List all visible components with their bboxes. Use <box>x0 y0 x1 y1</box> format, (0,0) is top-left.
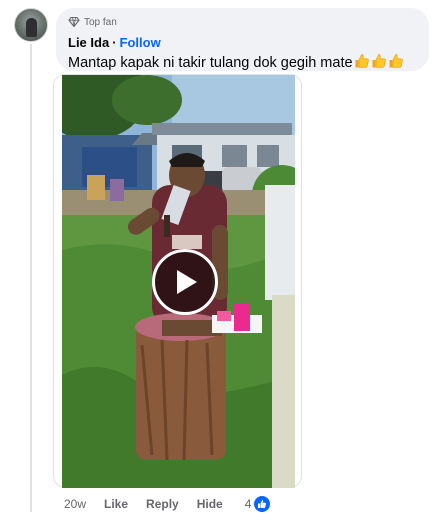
top-fan-badge: Top fan <box>68 15 417 29</box>
avatar-figure <box>26 18 37 37</box>
author-name[interactable]: Lie Ida <box>68 35 109 50</box>
comment-text-row: Mantap kapak ni takir tulang dok gegih m… <box>68 53 417 73</box>
avatar[interactable] <box>14 8 48 42</box>
hide-button[interactable]: Hide <box>197 497 223 511</box>
thumbs-up-emoji-icon <box>389 54 403 68</box>
like-button[interactable]: Like <box>104 497 128 511</box>
video-player[interactable] <box>62 75 295 488</box>
thread-line <box>30 44 32 512</box>
author-row: Lie Ida · Follow <box>68 34 417 50</box>
thumbs-up-emoji-icon <box>355 54 369 68</box>
top-fan-label: Top fan <box>84 16 117 28</box>
emoji-group <box>353 53 404 73</box>
video-attachment[interactable] <box>53 74 302 488</box>
play-button[interactable] <box>152 249 218 315</box>
comment-time[interactable]: 20w <box>64 497 86 511</box>
comment-actions: 20w Like Reply Hide 4 <box>64 495 272 513</box>
play-icon <box>177 270 197 294</box>
reaction-count: 4 <box>244 497 252 511</box>
reply-button[interactable]: Reply <box>146 497 179 511</box>
comment-text: Mantap kapak ni takir tulang dok gegih m… <box>68 55 353 71</box>
diamond-icon <box>68 16 80 28</box>
reaction-summary[interactable]: 4 <box>245 495 272 513</box>
comment-bubble: Top fan Lie Ida · Follow Mantap kapak ni… <box>56 8 429 71</box>
like-reaction-icon <box>253 495 272 513</box>
name-separator: · <box>112 34 117 50</box>
thumbs-up-emoji-icon <box>372 54 386 68</box>
follow-button[interactable]: Follow <box>120 35 161 50</box>
